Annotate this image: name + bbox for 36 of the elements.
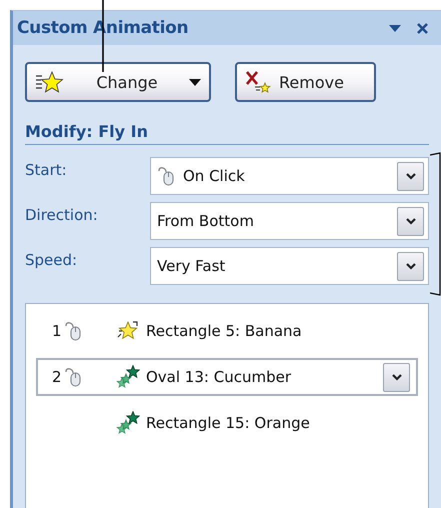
item-menu-button[interactable] <box>383 362 410 392</box>
dropdown-field[interactable]: From Bottom <box>150 202 429 240</box>
section-heading: Modify: Fly In <box>25 122 429 145</box>
dropdown-field[interactable]: Very Fast <box>150 247 429 285</box>
dropdown-button[interactable] <box>397 252 424 280</box>
change-button[interactable]: Change <box>25 62 211 102</box>
leader-line <box>102 0 104 72</box>
remove-star-icon <box>245 70 271 94</box>
animation-item[interactable]: Rectangle 15: Orange <box>36 404 418 442</box>
dropdown-value: From Bottom <box>157 212 254 230</box>
animation-name: Oval 13: Cucumber <box>146 368 292 386</box>
setting-label: Direction: <box>25 205 99 224</box>
chevron-down-icon <box>406 262 416 270</box>
stars-icon <box>116 365 140 389</box>
dropdown-field[interactable]: On Click <box>150 157 429 195</box>
chevron-down-icon <box>392 374 402 380</box>
animation-name: Rectangle 15: Orange <box>146 414 311 432</box>
dropdown-button[interactable] <box>397 206 424 236</box>
dropdown-value: Very Fast <box>157 257 226 275</box>
caret-icon <box>189 78 201 86</box>
dropdown-arrow-icon <box>388 24 402 32</box>
remove-button[interactable]: Remove <box>235 62 376 102</box>
chevron-down-icon <box>406 218 416 224</box>
close-icon <box>416 22 429 34</box>
chevron-down-icon <box>406 172 416 180</box>
setting-label: Speed: <box>25 250 78 269</box>
animation-name: Rectangle 5: Banana <box>146 322 303 340</box>
animation-item[interactable]: 2 Oval 13: Cucumber <box>36 358 418 396</box>
star-icon <box>35 70 65 94</box>
stars-icon <box>116 411 140 435</box>
order-number: 2 <box>52 368 63 386</box>
dropdown-value: On Click <box>183 167 245 185</box>
setting-label: Start: <box>25 160 68 179</box>
dropdown-button[interactable] <box>397 162 424 190</box>
animation-item[interactable]: 1 Rectangle 5: Banana <box>36 312 418 350</box>
order-number: 1 <box>52 322 63 340</box>
